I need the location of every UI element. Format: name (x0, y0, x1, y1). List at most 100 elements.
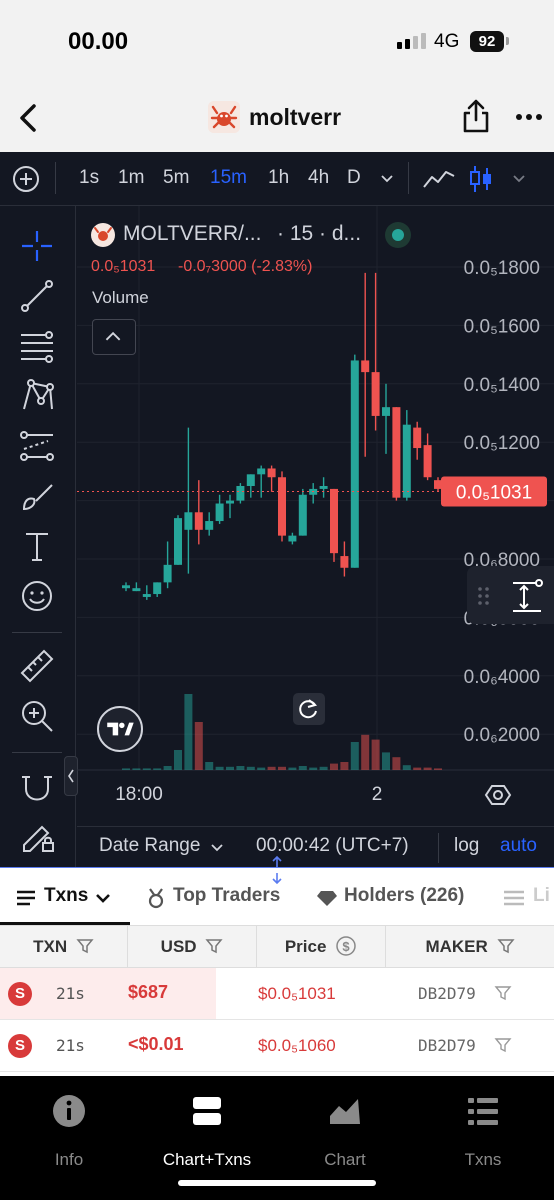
timeframe-1h[interactable]: 1h (268, 167, 289, 189)
y-tick-label: 0.0₆2000 (464, 725, 540, 746)
table-row[interactable]: S 21s $687 $0.0₅1031 DB2D79 (0, 968, 554, 1020)
emoji-icon[interactable] (18, 577, 56, 615)
toolbar-divider (55, 162, 56, 194)
status-bar: 00.00 4G 92 (0, 0, 554, 86)
add-indicator-icon[interactable] (11, 164, 41, 194)
candlestick-chart-type-icon[interactable] (468, 164, 494, 194)
maker-filter-icon[interactable] (494, 1036, 512, 1054)
filter-icon[interactable] (205, 937, 223, 955)
column-header-usd[interactable]: USD (128, 926, 257, 968)
svg-text:$: $ (343, 939, 351, 954)
txns-chevron-down-icon[interactable] (95, 893, 111, 903)
candle-body (382, 407, 390, 416)
candle-body (340, 556, 349, 568)
candle-body (413, 427, 422, 449)
prediction-tool-icon[interactable] (18, 427, 56, 465)
clock-timezone[interactable]: 00:00:42 (UTC+7) (256, 835, 409, 857)
tab-top-traders[interactable]: Top Traders (173, 885, 280, 907)
chart-settings-icon[interactable] (484, 781, 512, 809)
tabbar-item-chart[interactable]: Chart (276, 1094, 414, 1169)
column-header-txn[interactable]: TXN (0, 926, 128, 968)
candle-body (278, 477, 286, 536)
volume-bar (267, 766, 276, 770)
symbol-label[interactable]: MOLTVERR/... (123, 222, 261, 246)
sidebar-collapse-handle[interactable] (64, 756, 78, 796)
currency-toggle-icon[interactable]: $ (335, 935, 357, 957)
liquidity-icon (504, 890, 524, 906)
auto-scale-toggle[interactable]: auto (500, 835, 537, 857)
y-tick-label: 0.0₅1600 (464, 316, 540, 337)
tab-holders[interactable]: Holders (226) (344, 885, 464, 907)
share-icon[interactable] (460, 98, 492, 134)
volume-bar (215, 766, 224, 770)
log-scale-toggle[interactable]: log (454, 835, 479, 857)
candle-body (226, 500, 234, 504)
volume-bar (402, 765, 411, 770)
tabbar-item-info[interactable]: Info (0, 1094, 138, 1169)
medal-icon (148, 888, 164, 909)
candle-body (215, 503, 224, 522)
token-logo (208, 101, 240, 133)
text-tool-icon[interactable] (18, 527, 56, 565)
column-header-label: TXN (33, 937, 68, 956)
column-header-maker[interactable]: MAKER (386, 926, 554, 968)
sell-badge: S (8, 1034, 32, 1058)
txn-maker[interactable]: DB2D79 (418, 1036, 476, 1055)
candle-body (423, 445, 432, 478)
candle-body (402, 424, 411, 498)
collapse-legend-button[interactable] (92, 319, 136, 355)
status-time: 00.00 (68, 28, 129, 55)
tab-txns[interactable]: Txns (44, 885, 88, 907)
candle-body (122, 585, 130, 589)
candle-body (350, 360, 359, 568)
timeframe-15m[interactable]: 15m (210, 167, 247, 189)
tabbar-label: Chart+Txns (162, 1150, 252, 1169)
more-options-icon[interactable] (514, 112, 544, 122)
brush-icon[interactable] (18, 477, 56, 515)
volume-bar (122, 768, 130, 770)
filter-icon[interactable] (76, 937, 94, 955)
column-header-price[interactable]: Price $ (257, 926, 386, 968)
reset-chart-button[interactable] (293, 693, 325, 725)
date-range-chevron-down-icon[interactable] (210, 843, 224, 853)
nav-bar: moltverr (0, 86, 554, 152)
tabbar-item-chart-txns[interactable]: Chart+Txns (138, 1094, 276, 1169)
volume-bar (371, 739, 380, 770)
maker-filter-icon[interactable] (494, 984, 512, 1002)
volume-bar (163, 766, 172, 770)
chart-type-chevron-down-icon[interactable] (512, 174, 526, 184)
fib-retracement-icon[interactable] (18, 327, 56, 365)
back-chevron-icon[interactable] (14, 100, 44, 136)
pattern-tool-icon[interactable] (18, 377, 56, 415)
tab-liquidity[interactable]: Li (533, 885, 550, 907)
magnet-icon[interactable] (18, 767, 56, 805)
line-chart-type-icon[interactable] (422, 167, 456, 191)
timeframe-4h[interactable]: 4h (308, 167, 329, 189)
trend-line-icon[interactable] (18, 277, 56, 315)
resize-arrows-icon[interactable] (269, 855, 285, 885)
drag-handle-icon (478, 579, 543, 612)
txn-maker[interactable]: DB2D79 (418, 984, 476, 1003)
timeframe-5m[interactable]: 5m (163, 167, 189, 189)
timeframe-1m[interactable]: 1m (118, 167, 144, 189)
volume-bar (413, 767, 422, 770)
zoom-in-icon[interactable] (18, 697, 56, 735)
crosshair-icon[interactable] (18, 227, 56, 265)
timeframe-chevron-down-icon[interactable] (380, 174, 394, 184)
txn-usd: <$0.01 (128, 1034, 184, 1054)
timeframe-1s[interactable]: 1s (79, 167, 99, 189)
date-range-button[interactable]: Date Range (99, 835, 200, 857)
filter-icon[interactable] (496, 937, 515, 955)
candle-body (298, 494, 307, 536)
chart-toolbar: 1s 1m 5m 15m 1h 4h D (0, 152, 554, 206)
candle-body (174, 518, 182, 565)
tabbar-item-txns[interactable]: Txns (414, 1094, 552, 1169)
volume-bar (330, 763, 338, 770)
table-row[interactable]: S 21s <$0.01 $0.0₅1060 DB2D79 (0, 1020, 554, 1072)
scale-resize-button[interactable] (467, 566, 554, 624)
tradingview-logo[interactable] (97, 706, 143, 752)
lock-drawing-icon[interactable] (18, 817, 56, 855)
timeframe-d[interactable]: D (347, 167, 361, 189)
ruler-icon[interactable] (18, 647, 56, 685)
price-chart[interactable]: 0.0₅1800 0.0₅1600 0.0₅1400 0.0₅1200 0.0₆8000… (77, 206, 554, 868)
